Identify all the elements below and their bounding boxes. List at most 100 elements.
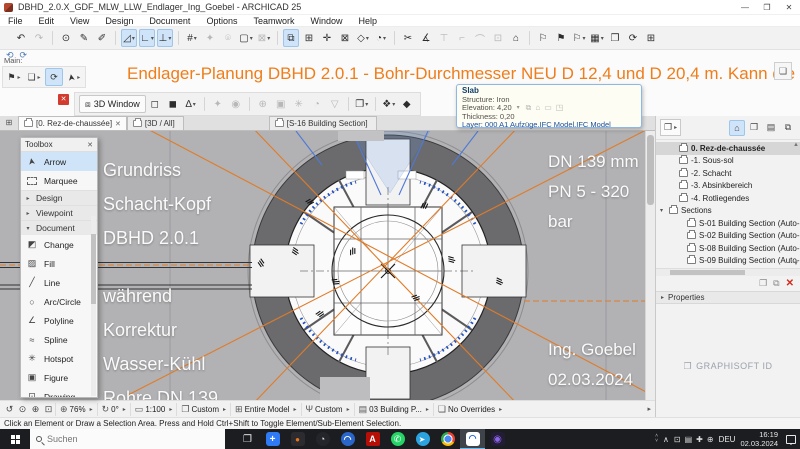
organizer-toggle-icon[interactable]: ❏ (774, 62, 792, 80)
tree-horizontal-scrollbar[interactable] (656, 268, 800, 276)
scale-control[interactable]: ▭ 1:100 (130, 403, 177, 416)
snap-guides-icon[interactable]: ∟ (139, 29, 155, 47)
fillet-icon[interactable]: ⌒ (472, 29, 488, 47)
resize-icon[interactable]: ⊡ (490, 29, 506, 47)
tree-scroll-up-icon[interactable]: ▲ (793, 142, 799, 148)
photos-app-icon[interactable]: ◉ (485, 429, 510, 449)
renovation-filter-control[interactable]: ▤ 03 Building P... (354, 403, 433, 416)
orbit-3d-icon[interactable]: ⊕ (255, 95, 271, 113)
search-input[interactable] (47, 434, 197, 444)
toolbox-tool[interactable]: Marquee (21, 171, 97, 190)
pen-set-control[interactable]: Ψ Custom (301, 403, 354, 416)
clock[interactable]: 16:19 02.03.2024 (740, 430, 778, 448)
tree-item[interactable]: -4. Rotliegendes (656, 192, 800, 205)
menu-item[interactable]: Document (141, 15, 198, 27)
archicad-launcher-icon[interactable]: ◠ (335, 429, 360, 449)
rebuild-icon[interactable]: ⟳ (625, 29, 641, 47)
views-palette-icon[interactable]: ❏ (25, 68, 43, 86)
tree-item[interactable]: -3. Absinkbereich (656, 180, 800, 193)
properties-section[interactable]: Properties (656, 291, 800, 304)
tree-item[interactable]: -2. Schacht (656, 167, 800, 180)
drag-icon[interactable]: ✛ (319, 29, 335, 47)
magic-wand-icon[interactable]: ✦ (202, 29, 218, 47)
graphisoft-id-footer[interactable]: ❐ GRAPHISOFT ID (656, 304, 800, 430)
view-tab[interactable]: [3D / All] (127, 116, 184, 130)
tooltip-settings-icon[interactable]: ◳ (556, 104, 564, 113)
show-all-icon[interactable]: ❐ (607, 29, 623, 47)
menu-item[interactable]: Edit (31, 15, 63, 27)
navigator-clone-icon[interactable]: ⧉ (773, 278, 779, 289)
toolbox-tool[interactable]: ✳ Hotspot (21, 349, 97, 368)
layer-combination-control[interactable]: ❐ Custom (176, 403, 230, 416)
zoom-in-icon[interactable]: ⊕ (29, 404, 42, 415)
guide-lines-icon[interactable]: ◿ (121, 29, 137, 47)
recorder-app-icon[interactable]: ● (285, 429, 310, 449)
toolbox-scrollbar[interactable] (91, 216, 96, 396)
toolbox-tool[interactable]: ∠ Polyline (21, 311, 97, 330)
toolbox-tool[interactable]: ◩ Change (21, 235, 97, 254)
orbit-tool-icon[interactable]: ⟳ (45, 68, 63, 86)
renovation-filter-icon[interactable]: ▦ (589, 29, 605, 47)
adobe-reader-icon[interactable]: A (360, 429, 385, 449)
toolbox-tool[interactable]: ╱ Line (21, 273, 97, 292)
tree-item[interactable]: S-01 Building Section (Auto- (656, 217, 800, 230)
virtual-trace-icon[interactable]: ◔ (373, 29, 389, 47)
tooltip-zone-icon[interactable]: ⌂ (535, 104, 540, 113)
taskbar-search[interactable] (30, 429, 225, 449)
menu-item[interactable]: View (62, 15, 97, 27)
3d-styles-icon[interactable]: ❖ (381, 95, 397, 113)
look-around-icon[interactable]: ◉ (228, 95, 244, 113)
favorites-cloud-icon[interactable]: ⚐ (571, 29, 587, 47)
tree-item[interactable]: -1. Sous-sol (656, 155, 800, 168)
perspective-icon[interactable]: ∆ (183, 95, 199, 113)
tree-item[interactable]: S-09 Building Section (Auto- (656, 255, 800, 268)
inject-parameters-icon[interactable]: ✐ (94, 29, 110, 47)
shaded-icon[interactable]: ◼ (165, 95, 181, 113)
view-tab[interactable]: [S-16 Building Section] (269, 116, 377, 130)
toolbox-tool[interactable]: ○ Arc/Circle (21, 292, 97, 311)
tree-scroll-down-icon[interactable]: ▼ (793, 261, 799, 267)
add-3d-view-icon[interactable]: ◆ (399, 95, 415, 113)
optionsbar-overflow-icon[interactable]: ▸ (647, 405, 651, 413)
tooltip-camera-icon[interactable]: ▭ (544, 104, 552, 113)
telegram-icon[interactable]: ➤ (410, 429, 435, 449)
undo-icon[interactable]: ↶ (13, 29, 29, 47)
autogroup-icon[interactable]: ⊞ (301, 29, 317, 47)
toolbox-tool[interactable]: ▣ Figure (21, 368, 97, 387)
publisher-icon[interactable]: ⧉ (780, 120, 796, 136)
zoom-icon[interactable]: ⊙ (16, 404, 29, 415)
toolbox-tool[interactable]: ▾ Document (21, 220, 97, 235)
scroll-arrows-icon[interactable]: ˄˅ (655, 434, 658, 444)
tooltip-pickup-icon[interactable]: ⧉ (526, 104, 532, 113)
morph-icon[interactable]: ◇ (355, 29, 371, 47)
tray-network-icon[interactable]: ⊕ (707, 435, 714, 444)
zoom-back-icon[interactable]: ↺ (3, 404, 16, 415)
orientation-control[interactable]: ↻ 0° (97, 403, 130, 416)
project-chooser-button[interactable]: ❐ (660, 119, 681, 136)
lock-icon[interactable]: ⊠ (256, 29, 272, 47)
redo-icon[interactable]: ↷ (31, 29, 47, 47)
snap-point-icon[interactable]: ⌾ (220, 29, 236, 47)
menu-item[interactable]: Window (302, 15, 350, 27)
pick-up-parameters-icon[interactable]: ✎ (76, 29, 92, 47)
view-tab[interactable]: [0. Rez-de-chaussée] ✕ (18, 116, 127, 130)
layout-book-icon[interactable]: ▤ (763, 120, 779, 136)
menu-item[interactable]: Options (198, 15, 245, 27)
tree-item[interactable]: 0. Rez-de-chaussée (656, 142, 800, 155)
tab-close-icon[interactable]: ✕ (115, 120, 121, 128)
3d-layers-icon[interactable]: ❐ (354, 95, 370, 113)
chrome-icon[interactable] (435, 429, 460, 449)
action-center-icon[interactable] (786, 435, 796, 444)
maximize-button[interactable]: ❐ (756, 0, 778, 15)
navigator-settings-icon[interactable]: ❐ (759, 278, 767, 289)
drawing-vertical-scrollbar[interactable] (645, 131, 655, 400)
scrollbar-thumb[interactable] (647, 135, 654, 205)
menu-item[interactable]: Teamwork (245, 15, 302, 27)
language-indicator[interactable]: DEU (719, 435, 736, 444)
snap-grid-icon[interactable]: # (184, 29, 200, 47)
menu-item[interactable]: Help (351, 15, 386, 27)
whatsapp-icon[interactable]: ✆ (385, 429, 410, 449)
marquee-options-icon[interactable]: ▢ (238, 29, 254, 47)
pan-zoom-icon[interactable]: ⊙ (58, 29, 74, 47)
toolbox-tool[interactable]: ≈ Spline (21, 330, 97, 349)
